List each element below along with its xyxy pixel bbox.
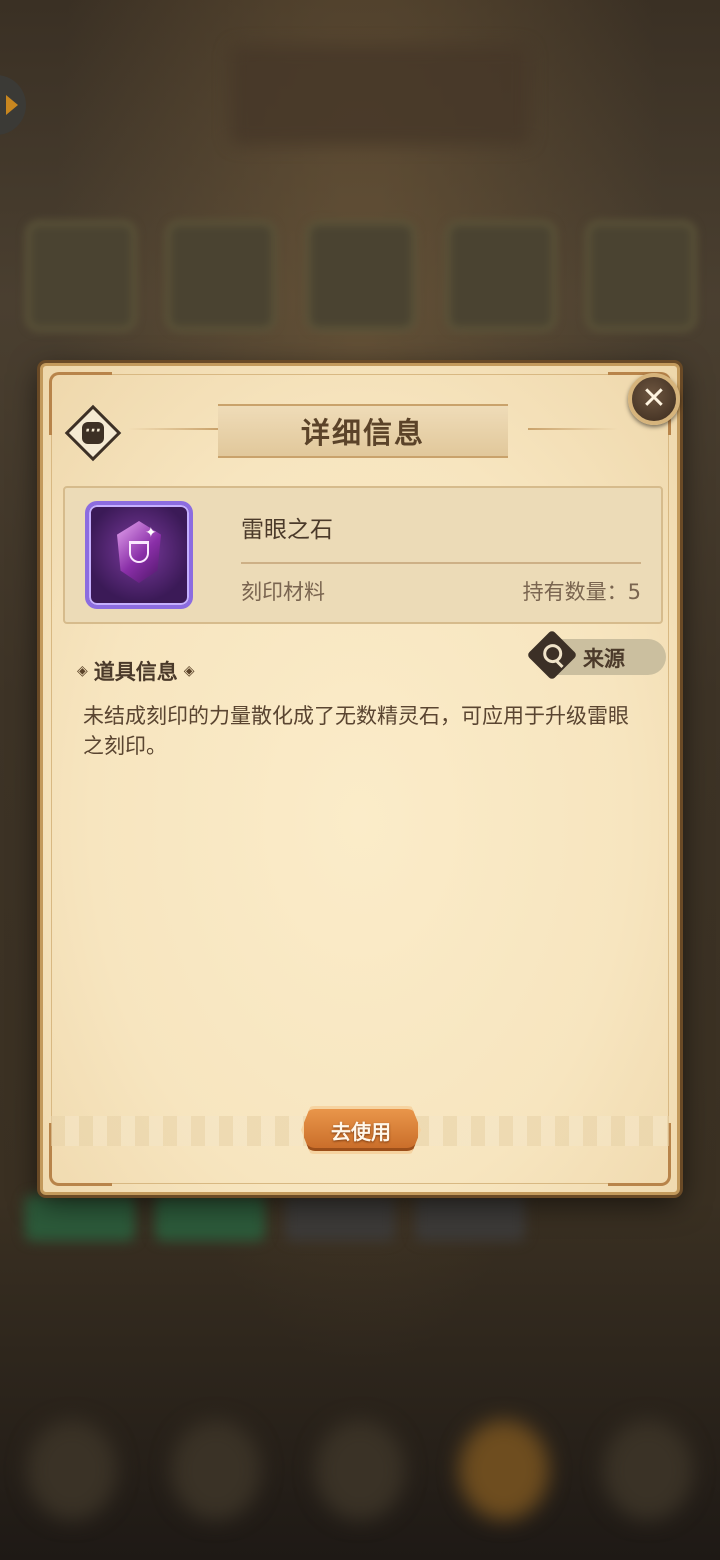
title-flourish-right [528, 428, 618, 430]
background-footer [0, 1420, 720, 1560]
use-button[interactable]: 去使用 [301, 1106, 421, 1154]
divider [241, 562, 641, 564]
sparkle-icon: ✦ [145, 525, 157, 541]
search-icon [526, 629, 578, 681]
background-button [285, 1195, 395, 1241]
purple-gem-icon: ✦ [85, 501, 193, 609]
close-button[interactable]: ✕ [628, 373, 680, 425]
item-summary-panel: ✦ 雷眼之石 刻印材料 持有数量：5 [63, 486, 663, 624]
background-button [415, 1195, 525, 1241]
title-plate: 详细信息 [218, 404, 508, 458]
title-flourish-left [128, 428, 218, 430]
background-slot [165, 220, 277, 332]
close-icon: ✕ [641, 381, 667, 416]
background-footer-item [459, 1420, 549, 1520]
background-button-row [0, 1195, 720, 1255]
item-count-value: 5 [627, 580, 641, 604]
trophy-mark [129, 541, 149, 563]
background-slot [305, 220, 417, 332]
item-count: 持有数量：5 [523, 576, 641, 606]
background-button [25, 1195, 135, 1241]
background-slot [445, 220, 557, 332]
background-footer-item [171, 1420, 261, 1520]
section-title: 道具信息 [93, 660, 178, 684]
item-count-label: 持有数量： [522, 580, 628, 604]
source-button[interactable]: 来源 [526, 629, 666, 681]
background-item-slots [25, 220, 697, 332]
item-name: 雷眼之石 [241, 517, 333, 543]
diamond-ornament-icon: ◈ [77, 663, 88, 679]
item-description: 未结成刻印的力量散化成了无数精灵石，可应用于升级雷眼之刻印。 [83, 704, 629, 758]
background-button [155, 1195, 265, 1241]
background-footer-item [603, 1420, 693, 1520]
dialog-title: 详细信息 [300, 416, 425, 450]
item-detail-dialog: ✕ 详细信息 ✦ 雷眼之石 刻印材料 持有数量：5 ◈ 道具信息 ◈ 来源 未结… [40, 363, 680, 1195]
use-button-label: 去使用 [331, 1119, 391, 1144]
section-header: ◈ 道具信息 ◈ [77, 656, 195, 686]
background-banner [230, 45, 530, 145]
source-label: 来源 [583, 647, 625, 671]
background-footer-item [315, 1420, 405, 1520]
diamond-ornament-icon: ◈ [183, 663, 195, 679]
background-footer-item [27, 1420, 117, 1520]
background-slot [585, 220, 697, 332]
item-type: 刻印材料 [241, 580, 325, 604]
background-slot [25, 220, 137, 332]
